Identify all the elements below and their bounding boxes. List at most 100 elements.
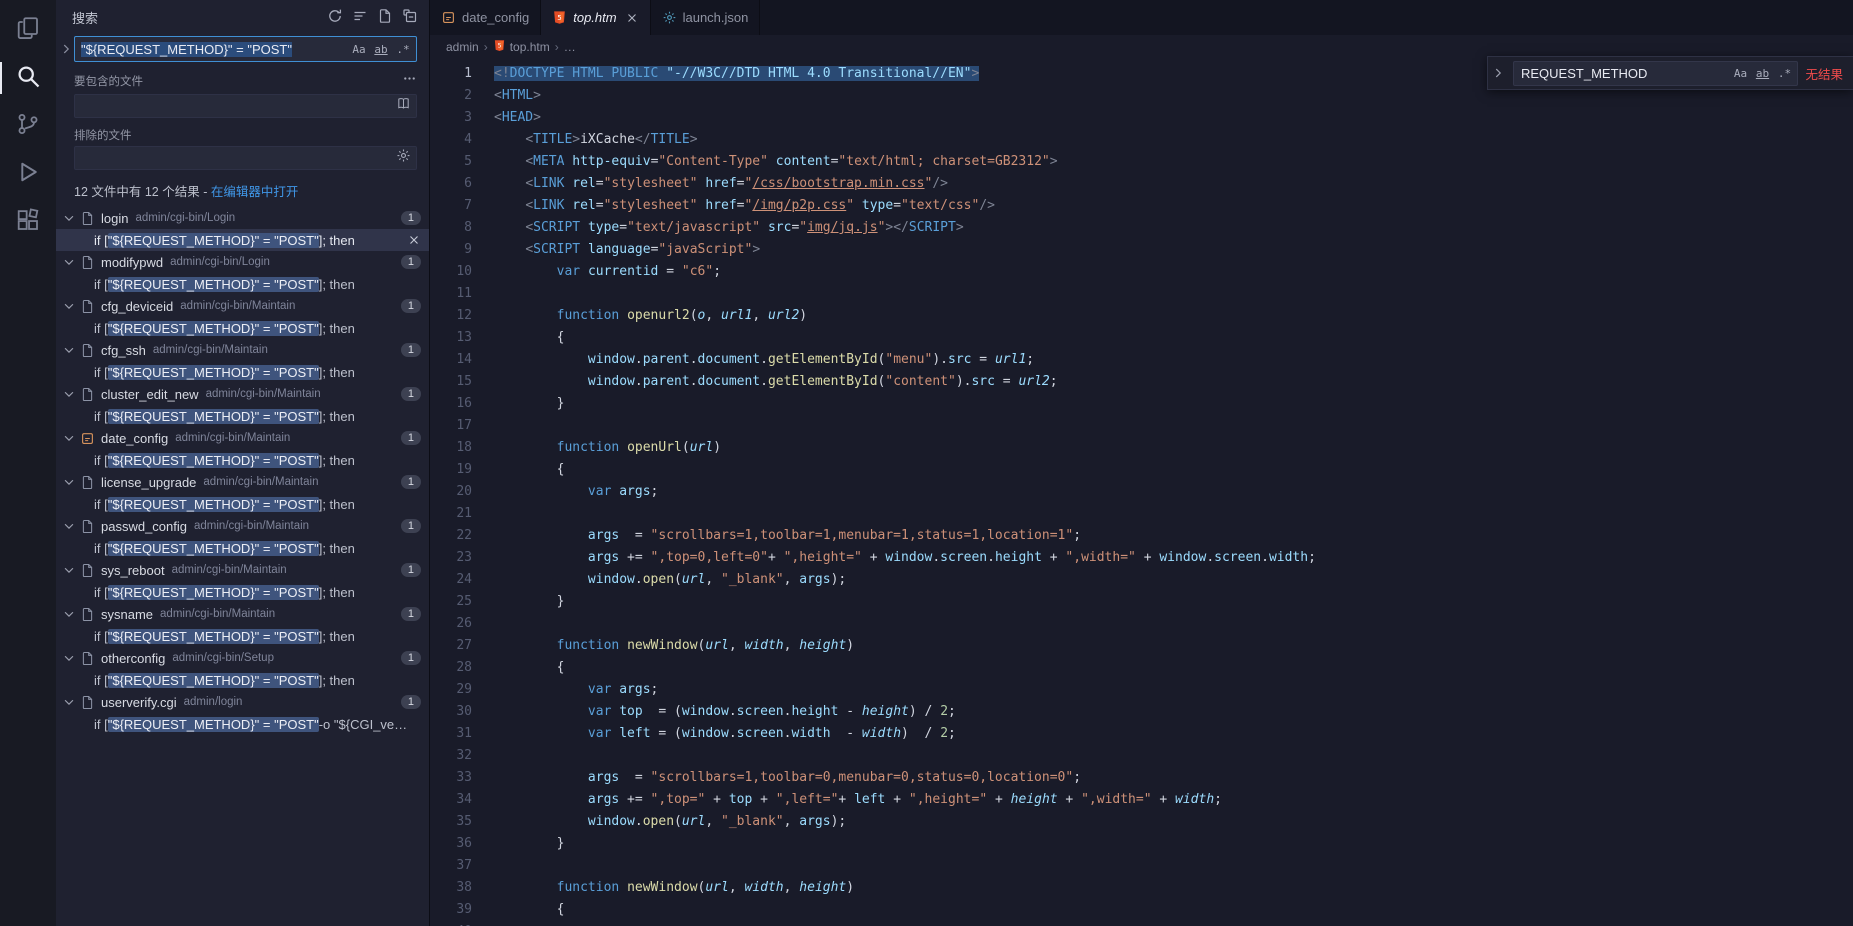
code-line[interactable]: 15 window.parent.document.getElementById…	[430, 371, 1853, 393]
code-line[interactable]: 35 window.open(url, "_blank", args);	[430, 811, 1853, 833]
code-line[interactable]: 38 function newWindow(url, width, height…	[430, 877, 1853, 899]
code-line[interactable]: 5 <META http-equiv="Content-Type" conten…	[430, 151, 1853, 173]
code-line[interactable]: 37	[430, 855, 1853, 877]
search-result-file[interactable]: passwd_configadmin/cgi-bin/Maintain1	[56, 515, 429, 537]
code-line[interactable]: 12 function openurl2(o, url1, url2)	[430, 305, 1853, 327]
search-match-line[interactable]: if [ "${REQUEST_METHOD}" = "POST" ]; the…	[56, 537, 429, 559]
code-editor[interactable]: 1<!DOCTYPE HTML PUBLIC "-//W3C//DTD HTML…	[430, 59, 1853, 926]
editor-tab-top-htm[interactable]: 5top.htm	[541, 0, 650, 35]
regex-button[interactable]: .*	[1774, 63, 1794, 83]
chevron-down-icon[interactable]	[62, 651, 78, 665]
breadcrumb-item-admin[interactable]: admin	[446, 40, 479, 54]
code-line[interactable]: 13 {	[430, 327, 1853, 349]
files-exclude-input[interactable]	[74, 146, 417, 170]
new-search-editor-button[interactable]	[374, 6, 396, 28]
search-match-line[interactable]: if [ "${REQUEST_METHOD}" = "POST" ]; the…	[56, 317, 429, 339]
code-line[interactable]: 39 {	[430, 899, 1853, 921]
editor-tab-date_config[interactable]: date_config	[430, 0, 541, 35]
code-line[interactable]: 16 }	[430, 393, 1853, 415]
code-line[interactable]: 32	[430, 745, 1853, 767]
search-match-line[interactable]: if [ "${REQUEST_METHOD}" = "POST" ]; the…	[56, 625, 429, 647]
search-result-file[interactable]: userverify.cgiadmin/login1	[56, 691, 429, 713]
search-result-file[interactable]: loginadmin/cgi-bin/Login1	[56, 207, 429, 229]
toggle-replace-button[interactable]	[58, 42, 74, 56]
search-match-line[interactable]: if [ "${REQUEST_METHOD}" = "POST" ]; the…	[56, 669, 429, 691]
toggle-replace-chevron[interactable]	[1490, 66, 1506, 80]
search-result-file[interactable]: sys_rebootadmin/cgi-bin/Maintain1	[56, 559, 429, 581]
code-line[interactable]: 26	[430, 613, 1853, 635]
chevron-down-icon[interactable]	[62, 563, 78, 577]
code-line[interactable]: 28 {	[430, 657, 1853, 679]
search-result-file[interactable]: date_configadmin/cgi-bin/Maintain1	[56, 427, 429, 449]
search-match-line[interactable]: if [ "${REQUEST_METHOD}" = "POST" ]; the…	[56, 493, 429, 515]
match-case-button[interactable]: Aa	[349, 39, 369, 59]
close-tab-button[interactable]	[625, 11, 639, 25]
activitybar-item-run-debug[interactable]	[0, 150, 56, 198]
clear-search-results-button[interactable]	[349, 6, 371, 28]
search-match-line[interactable]: if [ "${REQUEST_METHOD}" = "POST" ]; the…	[56, 405, 429, 427]
code-line[interactable]: 9 <SCRIPT language="javaScript">	[430, 239, 1853, 261]
chevron-down-icon[interactable]	[62, 211, 78, 225]
search-result-file[interactable]: cfg_sshadmin/cgi-bin/Maintain1	[56, 339, 429, 361]
search-result-file[interactable]: cluster_edit_newadmin/cgi-bin/Maintain1	[56, 383, 429, 405]
code-line[interactable]: 36 }	[430, 833, 1853, 855]
code-line[interactable]: 31 var left = (window.screen.width - wid…	[430, 723, 1853, 745]
search-match-line[interactable]: if [ "${REQUEST_METHOD}" = "POST" ]; the…	[56, 229, 429, 251]
code-line[interactable]: 18 function openUrl(url)	[430, 437, 1853, 459]
code-line[interactable]: 19 {	[430, 459, 1853, 481]
code-line[interactable]: 22 args = "scrollbars=1,toolbar=1,menuba…	[430, 525, 1853, 547]
code-line[interactable]: 7 <LINK rel="stylesheet" href="/img/p2p.…	[430, 195, 1853, 217]
collapse-all-button[interactable]	[399, 6, 421, 28]
code-line[interactable]: 17	[430, 415, 1853, 437]
use-exclude-settings-button[interactable]	[393, 148, 413, 168]
breadcrumb-item-more[interactable]: …	[564, 40, 576, 54]
chevron-down-icon[interactable]	[62, 695, 78, 709]
chevron-down-icon[interactable]	[62, 255, 78, 269]
editor-tab-launch-json[interactable]: launch.json	[651, 0, 761, 35]
chevron-down-icon[interactable]	[62, 607, 78, 621]
open-in-editor-link[interactable]: 在编辑器中打开	[211, 185, 299, 199]
code-line[interactable]: 23 args += ",top=0,left=0"+ ",height=" +…	[430, 547, 1853, 569]
search-result-file[interactable]: cfg_deviceidadmin/cgi-bin/Maintain1	[56, 295, 429, 317]
code-line[interactable]: 14 window.parent.document.getElementById…	[430, 349, 1853, 371]
code-line[interactable]: 8 <SCRIPT type="text/javascript" src="im…	[430, 217, 1853, 239]
code-line[interactable]: 3<HEAD>	[430, 107, 1853, 129]
code-line[interactable]: 20 var args;	[430, 481, 1853, 503]
code-line[interactable]: 10 var currentid = "c6";	[430, 261, 1853, 283]
activitybar-item-explorer[interactable]	[0, 6, 56, 54]
code-line[interactable]: 30 var top = (window.screen.height - hei…	[430, 701, 1853, 723]
files-include-input[interactable]	[74, 94, 417, 118]
activitybar-item-extensions[interactable]	[0, 198, 56, 246]
search-result-file[interactable]: modifypwdadmin/cgi-bin/Login1	[56, 251, 429, 273]
search-input[interactable]: "${REQUEST_METHOD}" = "POST" Aaab.*	[74, 36, 417, 62]
chevron-down-icon[interactable]	[62, 299, 78, 313]
chevron-down-icon[interactable]	[62, 519, 78, 533]
search-match-line[interactable]: if [ "${REQUEST_METHOD}" = "POST" ]; the…	[56, 361, 429, 383]
code-line[interactable]: 33 args = "scrollbars=1,toolbar=0,menuba…	[430, 767, 1853, 789]
chevron-down-icon[interactable]	[62, 475, 78, 489]
activitybar-item-search[interactable]	[0, 54, 56, 102]
chevron-down-icon[interactable]	[62, 431, 78, 445]
code-line[interactable]: 24 window.open(url, "_blank", args);	[430, 569, 1853, 591]
search-result-file[interactable]: sysnameadmin/cgi-bin/Maintain1	[56, 603, 429, 625]
code-line[interactable]: 25 }	[430, 591, 1853, 613]
code-line[interactable]: 40 var args;	[430, 921, 1853, 926]
search-match-line[interactable]: if [ "${REQUEST_METHOD}" = "POST" ]; the…	[56, 581, 429, 603]
code-line[interactable]: 34 args += ",top=" + top + ",left="+ lef…	[430, 789, 1853, 811]
code-line[interactable]: 6 <LINK rel="stylesheet" href="/css/boot…	[430, 173, 1853, 195]
search-open-editors-button[interactable]	[393, 96, 413, 116]
code-line[interactable]: 29 var args;	[430, 679, 1853, 701]
regex-button[interactable]: .*	[393, 39, 413, 59]
match-case-button[interactable]: Aa	[1730, 63, 1750, 83]
code-line[interactable]: 4 <TITLE>iXCache</TITLE>	[430, 129, 1853, 151]
chevron-down-icon[interactable]	[62, 387, 78, 401]
code-line[interactable]: 27 function newWindow(url, width, height…	[430, 635, 1853, 657]
dismiss-match-button[interactable]	[407, 233, 421, 247]
refresh-button[interactable]	[324, 6, 346, 28]
activitybar-item-source-control[interactable]	[0, 102, 56, 150]
search-result-file[interactable]: license_upgradeadmin/cgi-bin/Maintain1	[56, 471, 429, 493]
code-line[interactable]: 11	[430, 283, 1853, 305]
search-match-line[interactable]: if [ "${REQUEST_METHOD}" = "POST" -o "${…	[56, 713, 429, 735]
breadcrumb-item-file[interactable]: 5top.htm	[493, 39, 550, 55]
search-result-file[interactable]: otherconfigadmin/cgi-bin/Setup1	[56, 647, 429, 669]
